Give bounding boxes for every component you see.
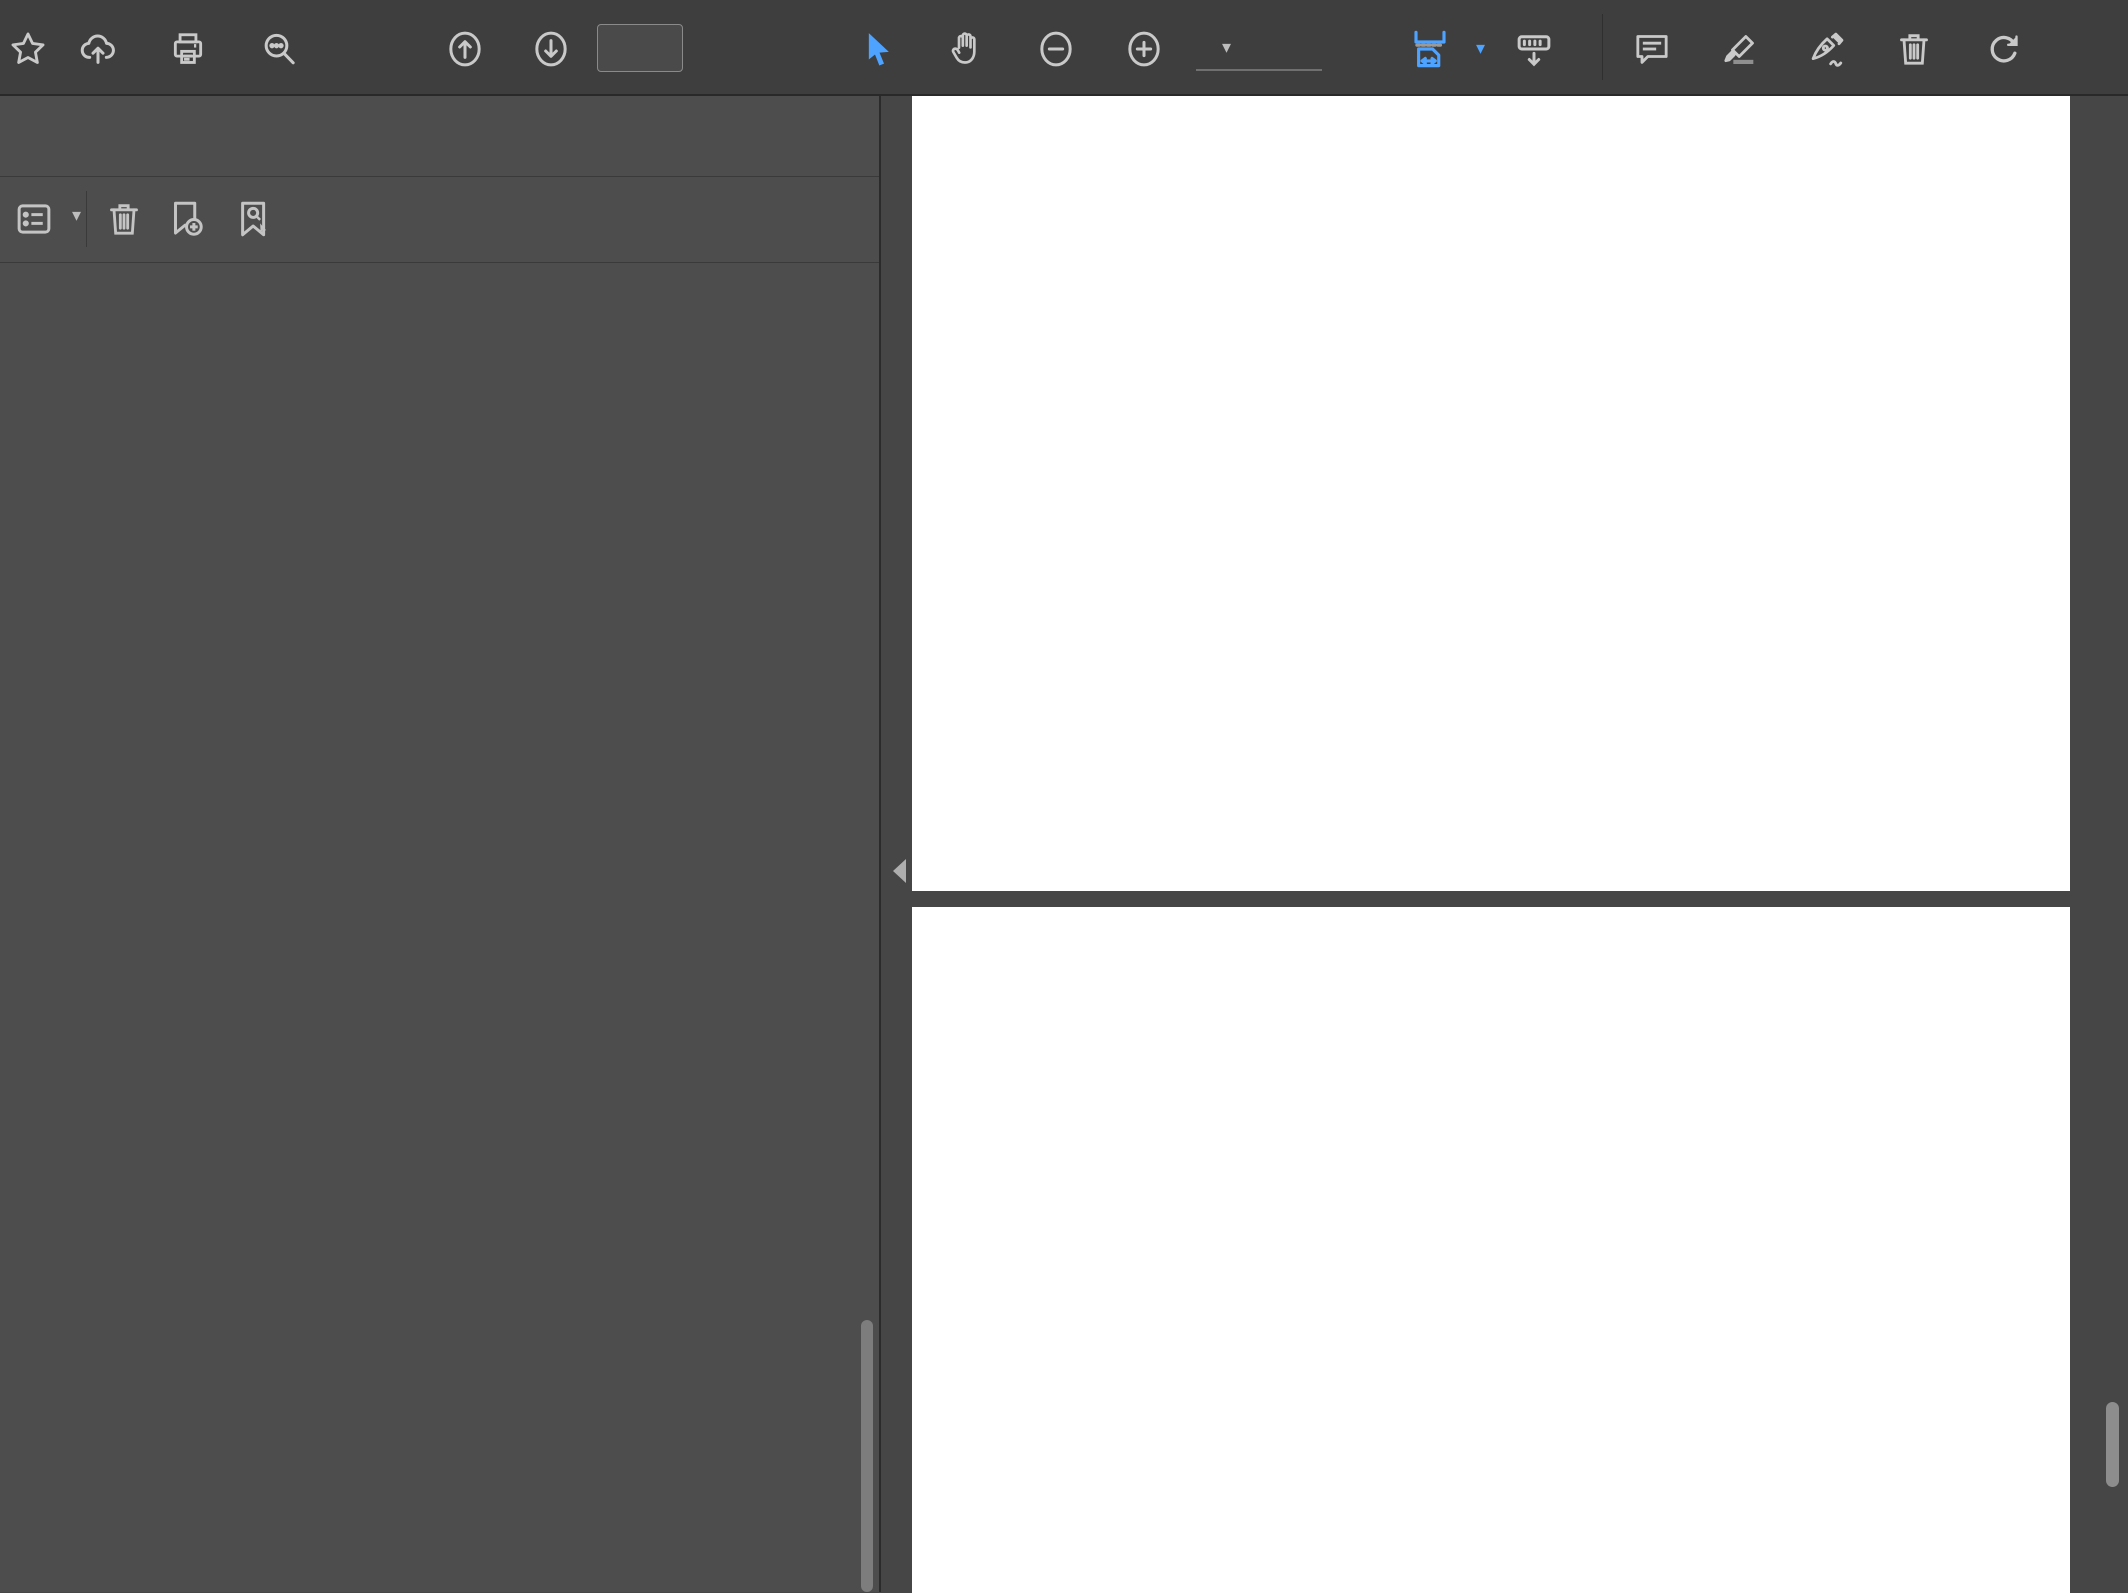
bookmarks-toolbar: ▾ — [0, 177, 879, 263]
highlight-icon[interactable] — [1718, 27, 1762, 71]
search-icon[interactable] — [257, 27, 301, 71]
sidebar-scrollbar-thumb[interactable] — [861, 1320, 873, 1592]
cloud-upload-icon[interactable] — [76, 27, 120, 71]
trash-icon[interactable] — [1892, 27, 1936, 71]
chevron-down-icon: ▾ — [1222, 37, 1231, 58]
page-down-icon[interactable] — [529, 27, 573, 71]
document-scrollbar-thumb[interactable] — [2106, 1402, 2119, 1487]
expand-bookmark-icon[interactable] — [230, 195, 278, 243]
collapse-sidebar-icon[interactable] — [893, 859, 906, 883]
zoom-in-icon[interactable] — [1122, 27, 1166, 71]
hand-tool-icon[interactable] — [945, 27, 989, 71]
scroll-mode-icon[interactable] — [1512, 27, 1556, 71]
star-icon[interactable] — [6, 27, 50, 71]
fit-width-chevron-icon[interactable]: ▾ — [1476, 38, 1485, 59]
select-tool-icon[interactable] — [856, 27, 900, 71]
pdf-page-1 — [912, 96, 2070, 891]
delete-bookmark-icon[interactable] — [100, 195, 148, 243]
main-toolbar: ▾ ▾ — [0, 0, 2128, 96]
bookmark-list — [0, 262, 860, 1592]
zoom-level-dropdown[interactable]: ▾ — [1196, 25, 1322, 71]
panel-toolbar-separator — [86, 191, 87, 247]
chevron-down-icon[interactable]: ▾ — [72, 205, 81, 226]
signature-icon[interactable] — [1806, 27, 1850, 71]
document-canvas — [881, 96, 2128, 1592]
page-number-input[interactable] — [597, 24, 683, 72]
close-icon[interactable] — [796, 110, 840, 158]
fit-width-icon[interactable] — [1408, 27, 1452, 71]
bookmarks-panel: ▾ — [0, 96, 881, 1592]
zoom-out-icon[interactable] — [1034, 27, 1078, 71]
comment-icon[interactable] — [1630, 27, 1674, 71]
rotate-icon[interactable] — [1982, 27, 2026, 71]
pdf-page-2 — [912, 907, 2070, 1593]
toolbar-separator — [1602, 14, 1603, 80]
print-icon[interactable] — [166, 27, 210, 71]
bookmarks-panel-header — [0, 96, 879, 177]
page-up-icon[interactable] — [443, 27, 487, 71]
bookmark-options-icon[interactable] — [10, 195, 58, 243]
add-bookmark-icon[interactable] — [162, 195, 210, 243]
